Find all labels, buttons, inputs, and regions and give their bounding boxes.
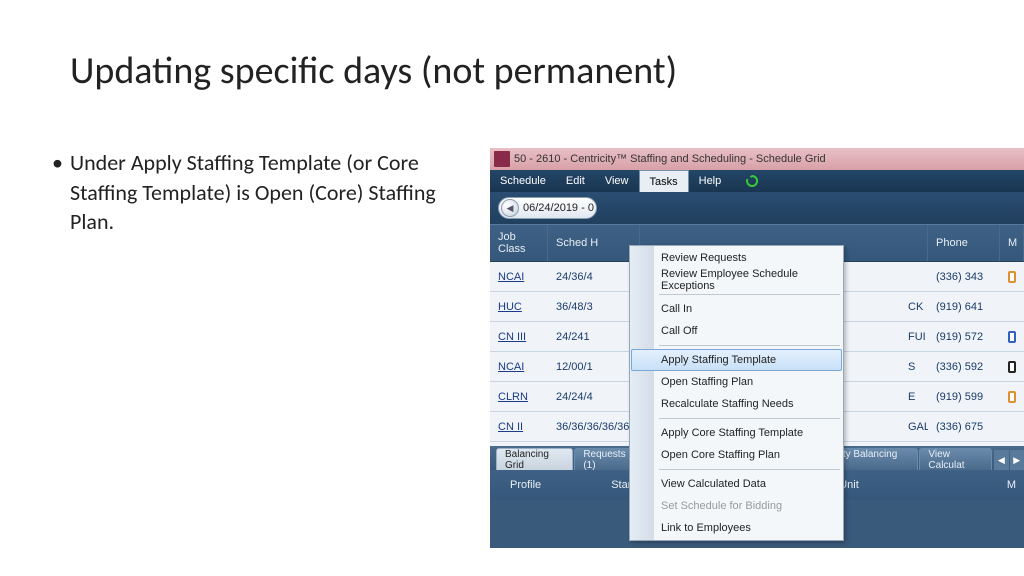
- mi-view-calculated[interactable]: View Calculated Data: [631, 473, 842, 495]
- menu-separator: [659, 345, 840, 346]
- mi-review-exceptions[interactable]: Review Employee Schedule Exceptions: [631, 269, 842, 291]
- mi-call-in[interactable]: Call In: [631, 298, 842, 320]
- cell-name-frag: [900, 262, 928, 291]
- cell-sched: 24/241: [548, 322, 640, 351]
- prev-arrow-icon[interactable]: ◀: [501, 199, 519, 217]
- tab-scroll-right[interactable]: ▶: [1010, 450, 1024, 470]
- menu-separator: [659, 469, 840, 470]
- cell-icon: [1000, 352, 1024, 381]
- mi-open-core-plan[interactable]: Open Core Staffing Plan: [631, 444, 842, 466]
- tasks-dropdown: Review Requests Review Employee Schedule…: [629, 245, 844, 541]
- cell-name-frag: E: [900, 382, 928, 411]
- menu-help[interactable]: Help: [689, 170, 732, 192]
- mi-open-staffing-plan[interactable]: Open Staffing Plan: [631, 371, 842, 393]
- cell-icon: [1000, 382, 1024, 411]
- refresh-button[interactable]: [731, 170, 769, 192]
- col-phone[interactable]: Phone: [928, 225, 1000, 261]
- menu-separator: [659, 294, 840, 295]
- content-area: Review Requests Review Employee Schedule…: [490, 224, 1024, 548]
- cell-icon: [1000, 412, 1024, 441]
- mi-apply-staffing-template[interactable]: Apply Staffing Template: [631, 349, 842, 371]
- col-last[interactable]: M: [1000, 225, 1024, 261]
- slide-title: Updating specific days (not permanent): [70, 48, 677, 94]
- menu-separator: [659, 418, 840, 419]
- cell-icon: [1000, 262, 1024, 291]
- col-sched-h[interactable]: Sched H: [548, 225, 640, 261]
- col-job-class[interactable]: Job Class: [490, 225, 548, 261]
- row-status-icon: [1008, 271, 1016, 283]
- cell-phone: (336) 592: [928, 352, 1000, 381]
- window-title: 50 - 2610 - Centricity™ Staffing and Sch…: [514, 153, 826, 165]
- cell-job-class[interactable]: CLRN: [490, 382, 548, 411]
- row-status-icon: [1008, 391, 1016, 403]
- mi-apply-core-template[interactable]: Apply Core Staffing Template: [631, 422, 842, 444]
- app-icon: [494, 151, 510, 167]
- toolbar: ◀ 06/24/2019 - 0: [490, 192, 1024, 224]
- mi-set-schedule-bidding: Set Schedule for Bidding: [631, 495, 842, 517]
- cell-icon: [1000, 292, 1024, 321]
- row-status-icon: [1008, 331, 1016, 343]
- cell-job-class[interactable]: CN III: [490, 322, 548, 351]
- cell-phone: (336) 675: [928, 412, 1000, 441]
- menubar: Schedule Edit View Tasks Help: [490, 170, 1024, 192]
- cell-sched: 24/24/4: [548, 382, 640, 411]
- cell-phone: (919) 641: [928, 292, 1000, 321]
- cell-name-frag: FUI: [900, 322, 928, 351]
- mi-link-employees[interactable]: Link to Employees: [631, 517, 842, 539]
- tab-view-calculat[interactable]: View Calculat: [919, 448, 992, 470]
- cell-name-frag: S: [900, 352, 928, 381]
- menu-edit[interactable]: Edit: [556, 170, 595, 192]
- cell-phone: (919) 572: [928, 322, 1000, 351]
- cell-name-frag: CK: [900, 292, 928, 321]
- app-window: 50 - 2610 - Centricity™ Staffing and Sch…: [490, 148, 1024, 548]
- menu-view[interactable]: View: [595, 170, 639, 192]
- slide-bullet: Under Apply Staffing Template (or Core S…: [70, 148, 450, 237]
- cell-job-class[interactable]: NCAI: [490, 262, 548, 291]
- cell-name-frag: GALLAGHI: [900, 412, 928, 441]
- window-titlebar: 50 - 2610 - Centricity™ Staffing and Sch…: [490, 148, 1024, 170]
- mi-review-requests[interactable]: Review Requests: [631, 247, 842, 269]
- menu-schedule[interactable]: Schedule: [490, 170, 556, 192]
- bcol-m[interactable]: M: [987, 479, 1024, 491]
- bcol-profile[interactable]: Profile: [490, 479, 561, 491]
- cell-sched: 36/48/3: [548, 292, 640, 321]
- cell-sched: 36/36/36/36/36/36/36/36BRIAN: [548, 412, 640, 441]
- tab-balancing-grid[interactable]: Balancing Grid: [496, 448, 573, 470]
- date-range-picker[interactable]: ◀ 06/24/2019 - 0: [498, 197, 597, 219]
- mi-call-off[interactable]: Call Off: [631, 320, 842, 342]
- cell-sched: 12/00/1: [548, 352, 640, 381]
- mi-recalculate-needs[interactable]: Recalculate Staffing Needs: [631, 393, 842, 415]
- refresh-icon: [745, 174, 759, 188]
- cell-phone: (336) 343: [928, 262, 1000, 291]
- cell-job-class[interactable]: CN II: [490, 412, 548, 441]
- menu-tasks[interactable]: Tasks: [639, 170, 689, 192]
- date-range-text: 06/24/2019 - 0: [523, 202, 594, 214]
- cell-job-class[interactable]: NCAI: [490, 352, 548, 381]
- cell-sched: 24/36/4: [548, 262, 640, 291]
- cell-job-class[interactable]: HUC: [490, 292, 548, 321]
- cell-phone: (919) 599: [928, 382, 1000, 411]
- cell-icon: [1000, 322, 1024, 351]
- row-status-icon: [1008, 361, 1016, 373]
- tab-scroll-left[interactable]: ◀: [994, 450, 1008, 470]
